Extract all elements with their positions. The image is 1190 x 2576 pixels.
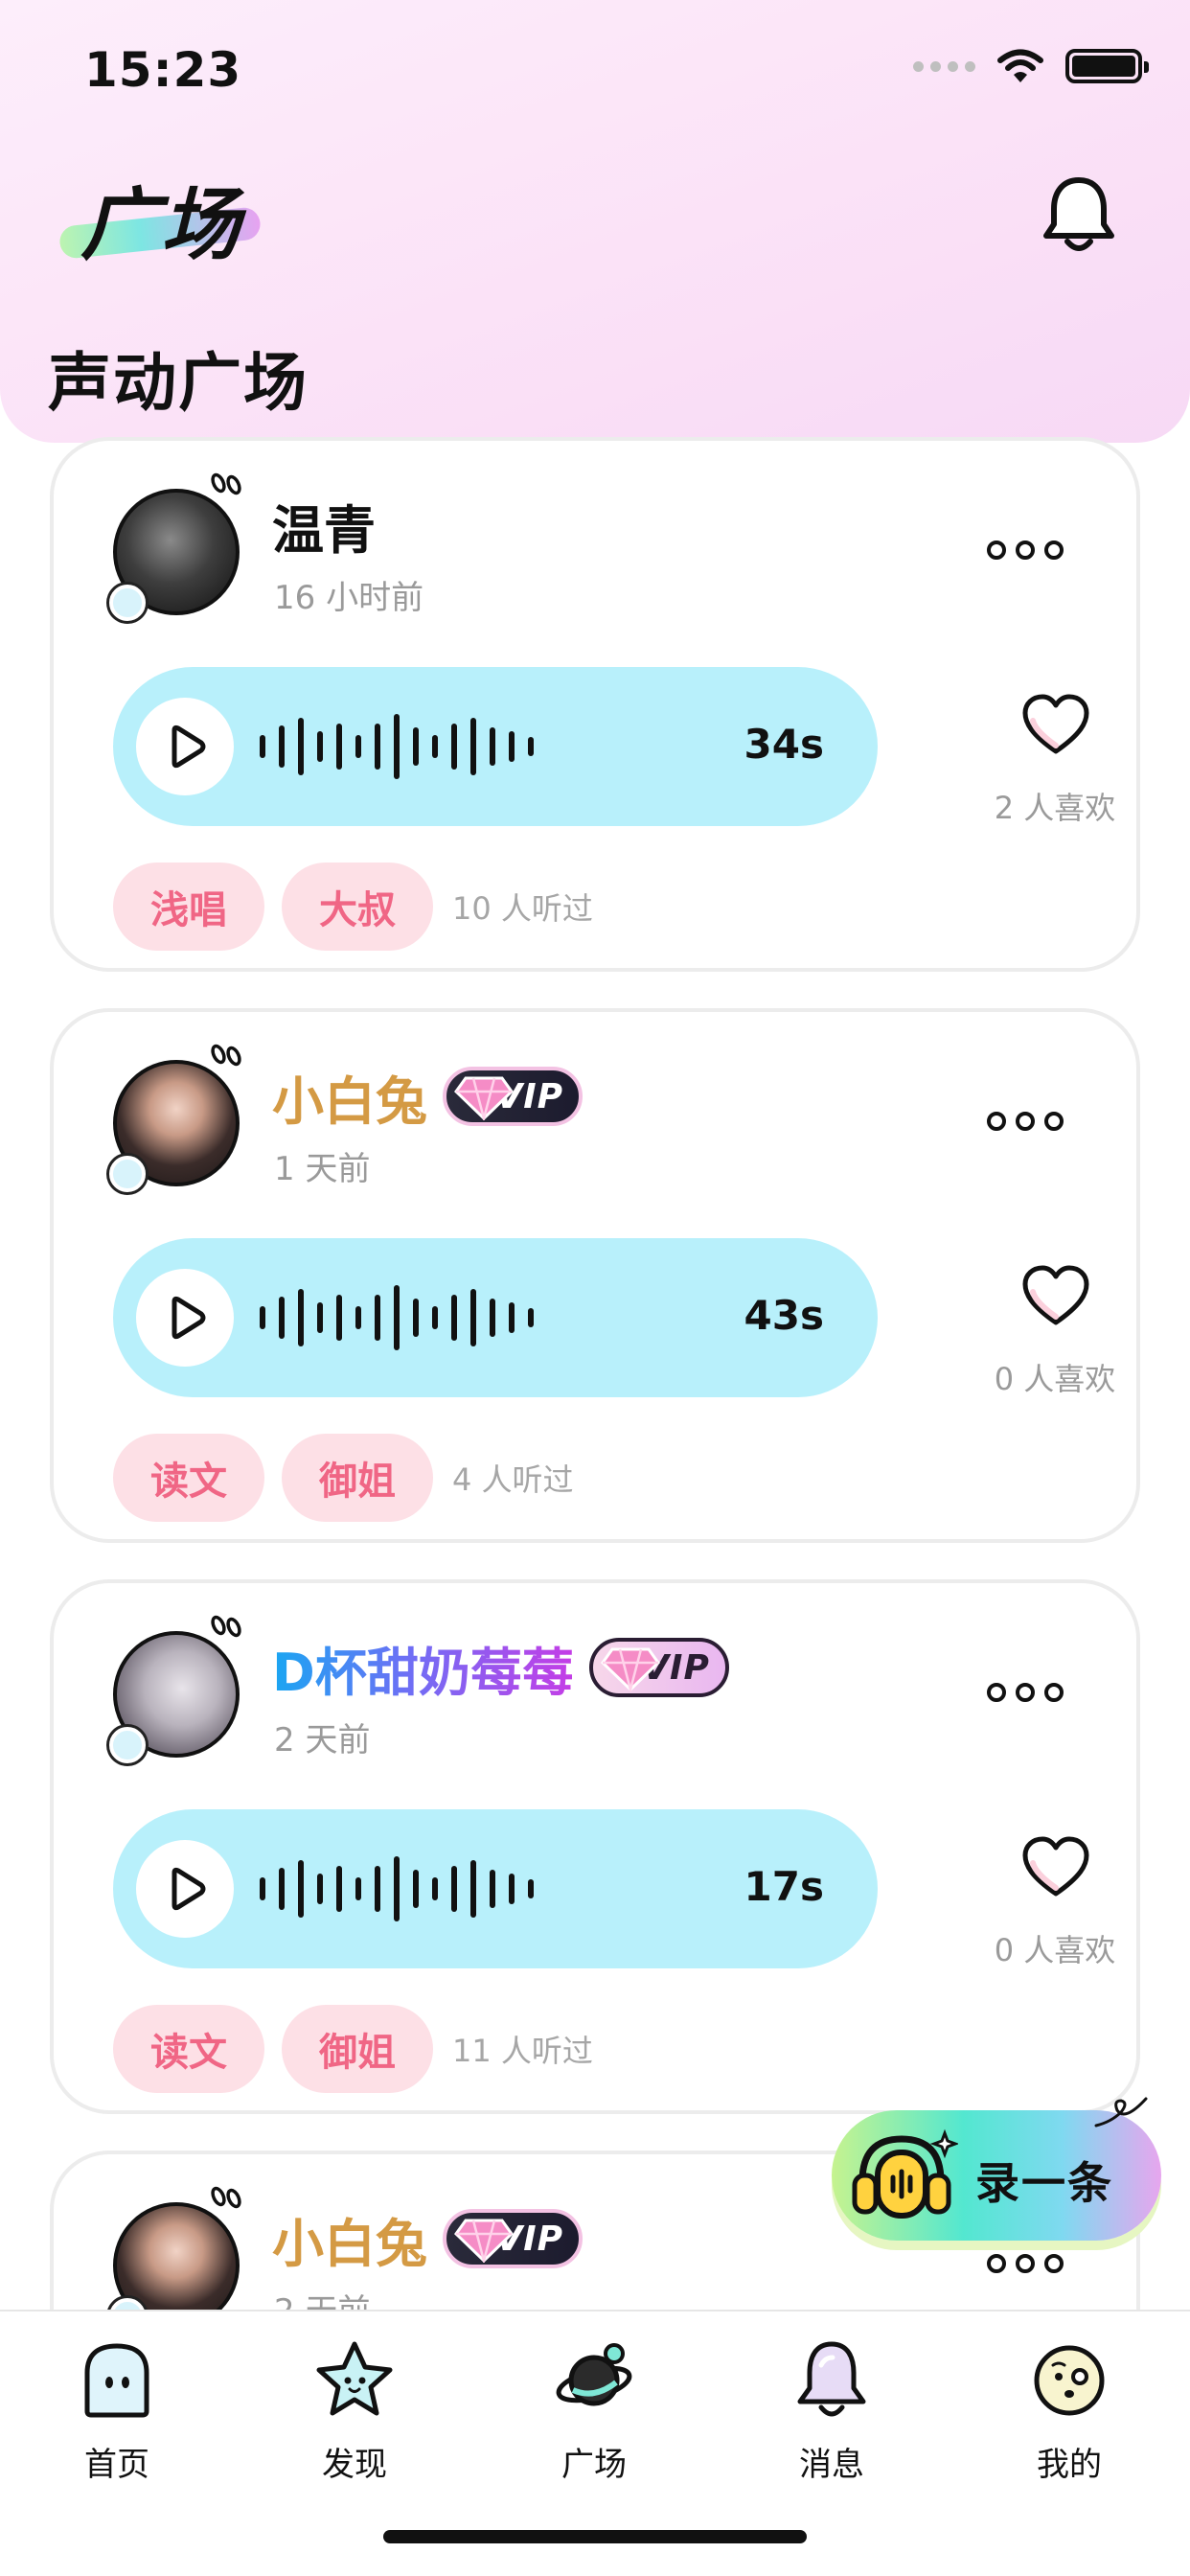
- more-options-icon[interactable]: [987, 1683, 1064, 1702]
- tag-row: 浅唱 大叔 10 人听过: [113, 862, 593, 951]
- avatar-sparkle-icon: [211, 1044, 241, 1067]
- avatar[interactable]: [109, 2186, 247, 2310]
- avatar[interactable]: [109, 1615, 247, 1765]
- voice-duration: 17s: [744, 1863, 824, 1910]
- listen-count: 10 人听过: [452, 890, 593, 927]
- profile-face-icon: [1034, 2345, 1105, 2416]
- post-time: 1 天前: [274, 1150, 371, 1188]
- record-button[interactable]: 录一条: [832, 2097, 1161, 2241]
- tag-row: 读文 御姐 11 人听过: [113, 2005, 593, 2093]
- listen-count: 4 人听过: [452, 1461, 574, 1498]
- avatar-sparkle-icon: [211, 1615, 241, 1638]
- username[interactable]: 小白兔: [272, 2201, 427, 2277]
- post-card[interactable]: D杯甜奶莓莓 VIP 2 天前 17s 0 人喜欢 读文 御姐 11 人听过: [50, 1579, 1140, 2114]
- avatar[interactable]: [109, 472, 247, 623]
- vip-badge: VIP: [588, 1638, 729, 1697]
- avatar[interactable]: [109, 1044, 247, 1194]
- username-row: 小白兔 VIP: [272, 2204, 583, 2274]
- avatar-sparkle-icon: [211, 2186, 241, 2209]
- voice-player[interactable]: 43s: [113, 1238, 878, 1397]
- discover-star-icon: [316, 2341, 393, 2416]
- diamond-icon: [600, 1647, 660, 1691]
- more-options-icon[interactable]: [987, 1112, 1064, 1131]
- wifi-icon: [997, 49, 1043, 82]
- play-icon: [172, 1296, 206, 1340]
- voice-player[interactable]: 34s: [113, 667, 878, 826]
- username[interactable]: D杯甜奶莓莓: [272, 1630, 574, 1706]
- voice-tag[interactable]: 读文: [113, 1434, 264, 1522]
- record-button-label: 录一条: [975, 2157, 1113, 2209]
- like-count: 2 人喜欢: [994, 790, 1116, 826]
- tab-messages[interactable]: 消息: [755, 2336, 908, 2490]
- battery-icon: [1065, 49, 1149, 83]
- voice-duration: 43s: [744, 1292, 824, 1339]
- voice-tag[interactable]: 大叔: [282, 862, 433, 951]
- post-time: 16 小时前: [274, 579, 424, 617]
- feed-list[interactable]: 温青 16 小时前 34s 2 人喜欢 浅唱 大叔 10 人听过 小白兔 VIP…: [0, 422, 1190, 2310]
- status-time: 15:23: [84, 42, 242, 98]
- diamond-icon: [454, 2219, 514, 2263]
- diamond-icon: [454, 1076, 514, 1120]
- play-icon: [172, 724, 206, 769]
- post-time: 2 天前: [274, 1721, 371, 1760]
- heart-icon[interactable]: [1021, 1834, 1090, 1901]
- play-button[interactable]: [136, 1840, 234, 1938]
- vip-badge: VIP: [443, 1067, 583, 1126]
- like-count: 0 人喜欢: [994, 1361, 1116, 1397]
- home-indicator: [383, 2530, 807, 2543]
- post-card[interactable]: 小白兔 VIP 1 天前 43s 0 人喜欢 读文 御姐 4 人听过: [50, 1008, 1140, 1543]
- page-title: 广场: [80, 180, 241, 271]
- page-title-logo: 广场: [57, 161, 263, 271]
- username-row: 温青: [272, 491, 376, 561]
- more-options-icon[interactable]: [987, 540, 1064, 560]
- play-button[interactable]: [136, 1269, 234, 1367]
- play-icon: [172, 1867, 206, 1911]
- voice-player[interactable]: 17s: [113, 1809, 878, 1968]
- message-bell-icon: [797, 2341, 866, 2417]
- voice-tag[interactable]: 御姐: [282, 2005, 433, 2093]
- waveform-icon: [260, 714, 534, 779]
- voice-duration: 34s: [744, 721, 824, 768]
- tab-profile[interactable]: 我的: [993, 2336, 1146, 2490]
- username[interactable]: 温青: [272, 488, 376, 564]
- voice-tag[interactable]: 浅唱: [113, 862, 264, 951]
- username[interactable]: 小白兔: [272, 1059, 427, 1135]
- heart-icon[interactable]: [1021, 692, 1090, 759]
- status-icons: [913, 48, 1149, 84]
- waveform-icon: [260, 1285, 534, 1350]
- more-options-icon[interactable]: [987, 2254, 1064, 2273]
- tab-home[interactable]: 首页: [40, 2336, 194, 2490]
- section-title: 声动广场: [48, 346, 309, 420]
- plaza-planet-icon: [556, 2343, 632, 2406]
- tag-row: 读文 御姐 4 人听过: [113, 1434, 574, 1522]
- username-row: D杯甜奶莓莓 VIP: [272, 1633, 729, 1703]
- waveform-icon: [260, 1856, 534, 1921]
- like-count: 0 人喜欢: [994, 1932, 1116, 1968]
- tab-discover[interactable]: 发现: [278, 2336, 431, 2490]
- vip-badge: VIP: [443, 2209, 583, 2268]
- tab-plaza[interactable]: 广场: [517, 2336, 671, 2490]
- headphones-mic-icon: [852, 2128, 958, 2219]
- post-time: 2 天前: [274, 2285, 370, 2310]
- play-button[interactable]: [136, 698, 234, 795]
- post-card[interactable]: 温青 16 小时前 34s 2 人喜欢 浅唱 大叔 10 人听过: [50, 437, 1140, 972]
- avatar-sparkle-icon: [211, 472, 241, 495]
- swirl-decoration-icon: [1094, 2097, 1148, 2128]
- voice-tag[interactable]: 读文: [113, 2005, 264, 2093]
- username-row: 小白兔 VIP: [272, 1062, 583, 1132]
- heart-icon[interactable]: [1021, 1263, 1090, 1330]
- listen-count: 11 人听过: [452, 2033, 593, 2069]
- cellular-signal-icon: [913, 60, 975, 72]
- home-ghost-icon: [84, 2343, 149, 2418]
- notification-bell-icon[interactable]: [1041, 174, 1117, 257]
- voice-tag[interactable]: 御姐: [282, 1434, 433, 1522]
